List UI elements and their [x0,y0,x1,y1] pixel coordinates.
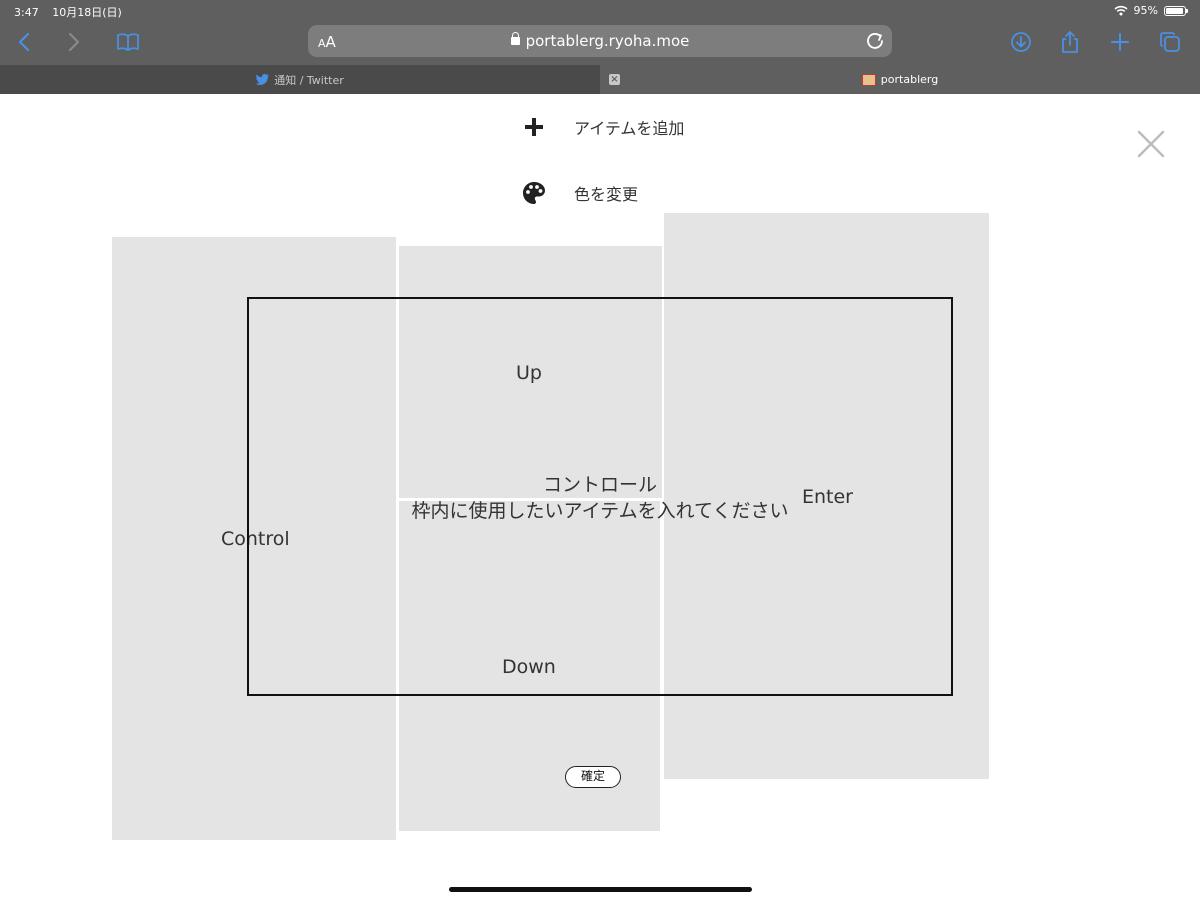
plus-icon [522,115,546,139]
change-color-button[interactable]: 色を変更 [522,181,638,205]
add-item-label: アイテムを追加 [574,119,685,138]
chevron-right-icon [68,32,80,52]
add-item-button[interactable]: アイテムを追加 [522,115,684,139]
tab-label: portablerg [880,73,939,86]
tabs-icon [1160,32,1180,52]
book-icon [117,33,139,51]
close-icon[interactable] [1136,129,1166,159]
lock-icon [510,32,520,45]
chevron-left-icon [18,32,30,52]
palette-icon [522,181,546,205]
tab-twitter[interactable]: 通知 / Twitter [0,65,600,94]
portablerg-favicon-icon [861,73,876,86]
battery-icon [1164,5,1188,16]
status-date: 10月18日(日) [52,6,122,19]
tab-portablerg[interactable]: × portablerg [600,65,1200,94]
forward-button[interactable] [59,28,89,56]
url-display[interactable]: portablerg.ryoha.moe [308,32,892,50]
wifi-icon [1114,5,1128,16]
downloads-button[interactable] [1006,28,1036,56]
home-indicator[interactable] [449,887,752,892]
address-bar[interactable]: AA portablerg.ryoha.moe [308,25,892,57]
status-right: 95% [1114,4,1188,17]
close-tab-icon[interactable]: × [609,74,620,85]
share-button[interactable] [1055,28,1085,56]
status-left: 3:47 10月18日(日) [14,4,132,20]
control-frame-caption: コントロール 枠内に使用したいアイテムを入れてください [0,472,1200,524]
share-icon [1062,31,1078,53]
download-icon [1011,32,1031,52]
control-frame-instruction: 枠内に使用したいアイテムを入れてください [411,500,789,522]
change-color-label: 色を変更 [574,185,639,204]
back-button[interactable] [9,28,39,56]
status-time: 3:47 [14,6,39,19]
new-tab-button[interactable] [1105,28,1135,56]
battery-percent: 95% [1133,4,1158,17]
confirm-button[interactable]: 確定 [565,766,621,788]
control-frame-title: コントロール [542,474,657,496]
tab-bar: 通知 / Twitter × portablerg [0,65,1200,94]
plus-icon [1111,33,1129,51]
tabs-overview-button[interactable] [1155,28,1185,56]
status-bar: 3:47 10月18日(日) 95% [0,0,1200,20]
tab-label: 通知 / Twitter [274,73,344,87]
battery-fill [1166,7,1184,14]
url-text: portablerg.ryoha.moe [525,32,690,50]
bookmarks-button[interactable] [113,28,143,56]
browser-toolbar: AA portablerg.ryoha.moe [0,20,1200,65]
twitter-icon [256,74,269,85]
reload-icon[interactable] [864,30,886,52]
